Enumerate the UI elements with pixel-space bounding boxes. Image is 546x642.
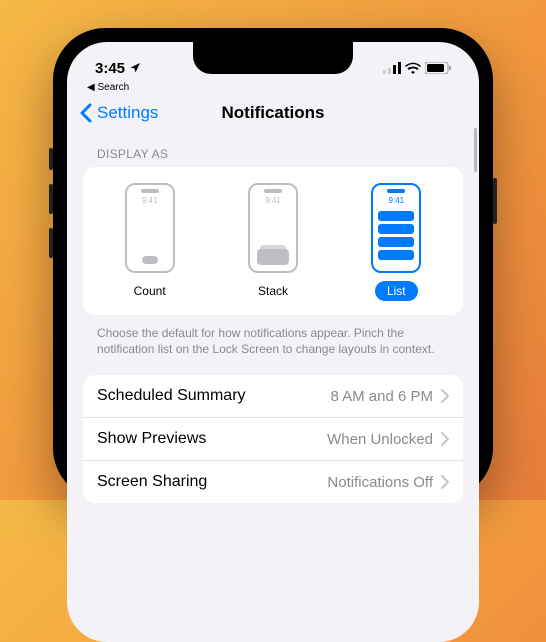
row-show-previews[interactable]: Show Previews When Unlocked xyxy=(83,418,463,461)
row-scheduled-summary[interactable]: Scheduled Summary 8 AM and 6 PM xyxy=(83,375,463,418)
phone-frame: 3:45 ◀ Search Settings Notifications DIS… xyxy=(53,28,493,500)
row-screen-sharing[interactable]: Screen Sharing Notifications Off xyxy=(83,461,463,503)
scrollbar-indicator[interactable] xyxy=(474,128,477,172)
phone-preview-count: 9:41 xyxy=(125,183,175,273)
back-to-app[interactable]: ◀ Search xyxy=(67,82,479,95)
option-label-count: Count xyxy=(122,281,178,301)
wifi-icon xyxy=(405,62,421,74)
chevron-right-icon xyxy=(441,389,449,403)
chevron-right-icon xyxy=(441,475,449,489)
phone-side-buttons-left xyxy=(49,148,53,258)
display-as-footer: Choose the default for how notifications… xyxy=(83,315,463,375)
nav-bar: Settings Notifications xyxy=(67,95,479,133)
chevron-right-icon xyxy=(441,432,449,446)
row-value: Notifications Off xyxy=(327,474,433,491)
row-label: Screen Sharing xyxy=(97,473,207,491)
display-as-card: 9:41 Count 9:41 Stack xyxy=(83,167,463,315)
row-label: Scheduled Summary xyxy=(97,387,246,405)
row-value: 8 AM and 6 PM xyxy=(330,388,433,405)
display-as-header: DISPLAY AS xyxy=(83,133,463,167)
cellular-icon xyxy=(383,62,401,74)
display-option-count[interactable]: 9:41 Count xyxy=(91,183,208,301)
screen: 3:45 ◀ Search Settings Notifications DIS… xyxy=(67,42,479,642)
nav-title: Notifications xyxy=(222,103,325,123)
settings-list: Scheduled Summary 8 AM and 6 PM Show Pre… xyxy=(83,375,463,503)
phone-preview-list: 9:41 xyxy=(371,183,421,273)
display-option-stack[interactable]: 9:41 Stack xyxy=(214,183,331,301)
phone-side-buttons-right xyxy=(493,178,497,224)
chevron-left-icon xyxy=(79,103,93,123)
row-label: Show Previews xyxy=(97,430,206,448)
phone-preview-stack: 9:41 xyxy=(248,183,298,273)
notch xyxy=(193,42,353,74)
row-value: When Unlocked xyxy=(327,431,433,448)
option-label-stack: Stack xyxy=(246,281,300,301)
back-label: Settings xyxy=(97,103,158,123)
back-button[interactable]: Settings xyxy=(79,103,158,123)
battery-icon xyxy=(425,62,451,74)
status-time: 3:45 xyxy=(95,60,125,77)
location-icon xyxy=(129,62,141,74)
display-option-list[interactable]: 9:41 List xyxy=(338,183,455,301)
option-label-list: List xyxy=(375,281,418,301)
